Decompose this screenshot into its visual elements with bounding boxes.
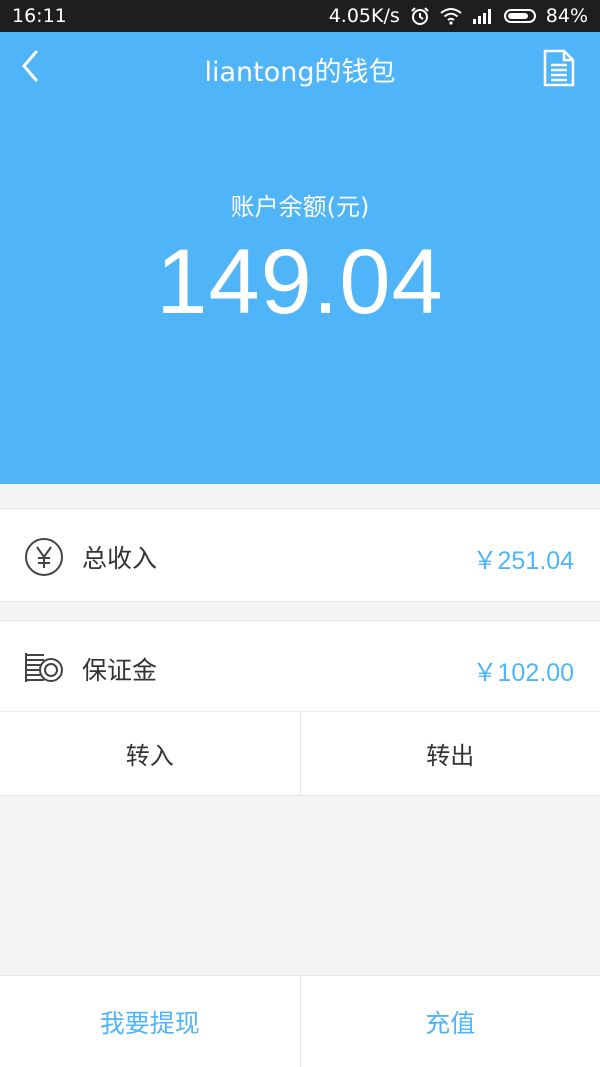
total-income-amount: ￥251.04 <box>472 547 574 575</box>
total-income-row[interactable]: 总收入 ￥251.04 <box>0 508 600 602</box>
balance-label: 账户余额(元) <box>230 193 370 221</box>
nav-bar: liantong的钱包 <box>0 32 600 102</box>
status-time: 16:11 <box>12 5 67 27</box>
battery-icon <box>503 9 536 23</box>
battery-percent: 84% <box>545 5 588 27</box>
wifi-icon <box>440 7 462 25</box>
status-indicators: 4.05K/s 84% <box>329 5 588 27</box>
transfer-row: 转入 转出 <box>0 712 600 796</box>
wallet-header: liantong的钱包 账户余额(元) 149.04 <box>0 32 600 484</box>
document-icon <box>543 49 575 87</box>
deposit-label: 保证金 <box>82 656 158 685</box>
status-bar: 16:11 4.05K/s 84% <box>0 0 600 32</box>
network-speed: 4.05K/s <box>328 5 400 27</box>
page-title: liantong的钱包 <box>204 57 396 88</box>
transfer-in-button[interactable]: 转入 <box>0 712 300 795</box>
signal-icon <box>472 8 494 24</box>
alarm-icon <box>410 6 430 26</box>
deposit-row[interactable]: 保证金 ￥102.00 <box>0 620 600 712</box>
withdraw-button[interactable]: 我要提现 <box>0 976 300 1067</box>
total-income-label: 总收入 <box>82 544 158 573</box>
bottom-actions: 我要提现 充值 <box>0 975 600 1067</box>
coins-stack-icon <box>24 651 64 689</box>
recharge-button[interactable]: 充值 <box>299 976 600 1067</box>
balance-value: 149.04 <box>156 231 444 333</box>
transfer-out-button[interactable]: 转出 <box>299 712 600 795</box>
deposit-amount: ￥102.00 <box>472 659 574 687</box>
yuan-circle-icon <box>24 537 64 581</box>
records-button[interactable] <box>542 48 576 88</box>
